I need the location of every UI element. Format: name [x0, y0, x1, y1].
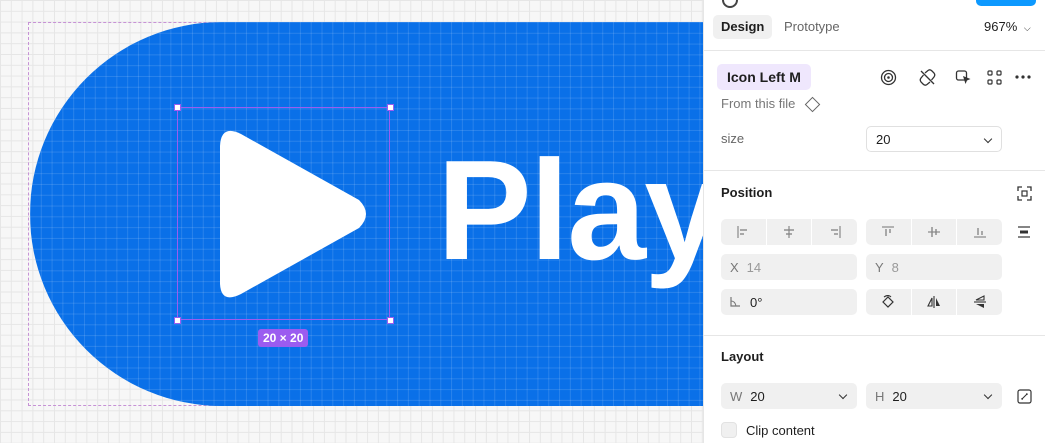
share-button[interactable]	[976, 0, 1036, 6]
chevron-down-icon: ⌵	[1023, 23, 1031, 33]
distribute-icon[interactable]	[1012, 220, 1036, 244]
resize-handle-top-left[interactable]	[174, 104, 181, 111]
properties-panel: Design Prototype 967% ⌵ Icon Left M From…	[703, 0, 1045, 443]
flip-vertical-icon[interactable]	[957, 289, 1002, 315]
component-source-label: From this file	[721, 96, 796, 111]
y-label: Y	[875, 259, 884, 275]
rotate-icon[interactable]	[866, 289, 912, 315]
h-value: 20	[892, 388, 907, 404]
flip-horizontal-icon[interactable]	[912, 289, 958, 315]
component-source[interactable]: From this file	[721, 96, 821, 113]
select-instances-icon[interactable]	[951, 65, 975, 89]
selection-box	[177, 107, 390, 320]
zoom-level[interactable]: 967% ⌵	[984, 19, 1031, 34]
size-property-select[interactable]: 20	[866, 126, 1002, 152]
clip-content-label: Clip content	[746, 422, 815, 438]
zoom-value: 967%	[984, 19, 1018, 34]
tab-prototype[interactable]: Prototype	[776, 15, 848, 39]
align-right-icon[interactable]	[812, 219, 857, 245]
clip-content-checkbox[interactable]	[721, 422, 737, 438]
vertical-align-group	[866, 219, 1002, 245]
resize-handle-top-right[interactable]	[387, 104, 394, 111]
play-button-label[interactable]: Play	[437, 140, 703, 282]
angle-icon	[730, 295, 741, 310]
align-horizontal-center-icon[interactable]	[767, 219, 813, 245]
w-value: 20	[750, 388, 765, 404]
y-value: 8	[891, 259, 899, 275]
size-badge: 20 × 20	[258, 329, 309, 347]
design-canvas[interactable]: Play 20 × 20	[0, 0, 703, 443]
x-value: 14	[746, 259, 762, 275]
x-position-field[interactable]: X 14	[721, 254, 857, 280]
component-grid-icon[interactable]	[982, 65, 1006, 89]
resize-handle-bottom-left[interactable]	[174, 317, 181, 324]
clip-content-row[interactable]: Clip content	[721, 422, 815, 438]
chevron-down-icon	[983, 390, 993, 400]
chevron-down-icon	[838, 390, 848, 400]
align-left-icon[interactable]	[721, 219, 767, 245]
rotation-value: 0°	[750, 294, 763, 310]
resize-to-fit-icon[interactable]	[1012, 384, 1036, 408]
w-label: W	[730, 388, 743, 404]
target-icon[interactable]	[876, 65, 900, 89]
avatar[interactable]	[722, 0, 738, 8]
align-vertical-center-icon[interactable]	[912, 219, 958, 245]
layout-title: Layout	[721, 349, 764, 364]
component-name[interactable]: Icon Left M	[717, 64, 811, 90]
width-field[interactable]: W 20	[721, 383, 857, 409]
size-property-value: 20	[876, 131, 891, 147]
detach-instance-icon[interactable]	[915, 65, 939, 89]
component-diamond-icon	[804, 96, 821, 113]
rotation-field[interactable]: 0°	[721, 289, 857, 315]
x-label: X	[730, 259, 739, 275]
more-options-icon[interactable]	[1011, 65, 1035, 89]
align-bottom-icon[interactable]	[957, 219, 1002, 245]
tab-design[interactable]: Design	[713, 15, 773, 39]
resize-handle-bottom-right[interactable]	[387, 317, 394, 324]
y-position-field[interactable]: Y 8	[866, 254, 1002, 280]
constraints-icon[interactable]	[1012, 181, 1036, 205]
height-field[interactable]: H 20	[866, 383, 1002, 409]
panel-tabs: Design Prototype 967% ⌵	[704, 0, 1045, 51]
h-label: H	[875, 388, 885, 404]
chevron-down-icon	[983, 134, 993, 144]
transform-group	[866, 289, 1002, 315]
horizontal-align-group	[721, 219, 857, 245]
align-top-icon[interactable]	[866, 219, 912, 245]
position-title: Position	[721, 185, 773, 200]
size-property-label: size	[721, 131, 745, 146]
